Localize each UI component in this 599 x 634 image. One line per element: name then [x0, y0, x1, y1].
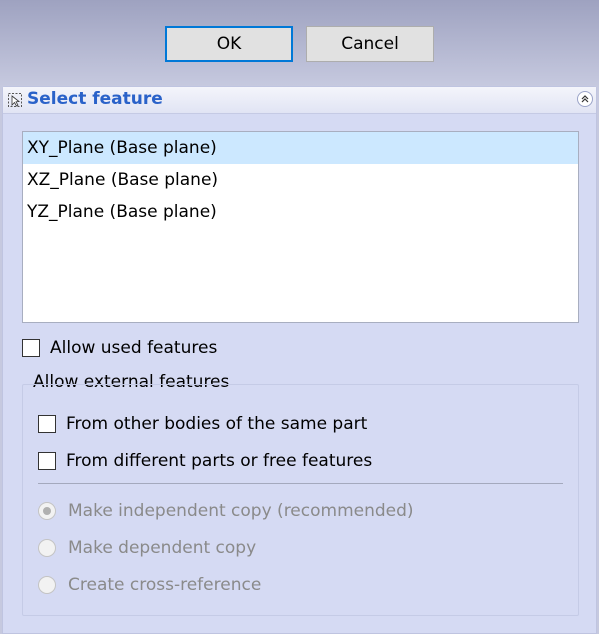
independent-copy-label: Make independent copy (recommended): [68, 501, 414, 521]
other-bodies-checkbox[interactable]: [38, 415, 56, 433]
dependent-copy-label: Make dependent copy: [68, 538, 257, 558]
allow-used-features-label: Allow used features: [50, 338, 218, 358]
list-item[interactable]: XY_Plane (Base plane): [23, 132, 578, 164]
cross-reference-radio[interactable]: [38, 576, 56, 594]
different-parts-row[interactable]: From different parts or free features: [38, 451, 372, 471]
different-parts-checkbox[interactable]: [38, 452, 56, 470]
select-feature-panel: Select feature XY_Plane (Base plane) XZ_…: [2, 86, 597, 634]
independent-copy-radio[interactable]: [38, 502, 56, 520]
cross-reference-radio-row[interactable]: Create cross-reference: [38, 575, 261, 595]
feature-list[interactable]: XY_Plane (Base plane) XZ_Plane (Base pla…: [22, 131, 579, 323]
cross-reference-label: Create cross-reference: [68, 575, 262, 595]
select-feature-icon: [8, 93, 22, 107]
other-bodies-row[interactable]: From other bodies of the same part: [38, 414, 367, 434]
separator: [38, 483, 563, 484]
cancel-button[interactable]: Cancel: [306, 26, 434, 62]
ok-button[interactable]: OK: [165, 26, 293, 62]
list-item[interactable]: YZ_Plane (Base plane): [23, 196, 578, 228]
collapse-chevron-icon[interactable]: [577, 91, 593, 107]
dependent-copy-radio-row[interactable]: Make dependent copy: [38, 538, 256, 558]
panel-header: Select feature: [3, 87, 596, 114]
dependent-copy-radio[interactable]: [38, 539, 56, 557]
panel-title: Select feature: [27, 89, 163, 109]
independent-copy-radio-row[interactable]: Make independent copy (recommended): [38, 501, 414, 521]
allow-used-features-checkbox[interactable]: [22, 339, 40, 357]
different-parts-label: From different parts or free features: [66, 451, 373, 471]
allow-used-features-row[interactable]: Allow used features: [22, 338, 217, 358]
other-bodies-label: From other bodies of the same part: [66, 414, 368, 434]
list-item[interactable]: XZ_Plane (Base plane): [23, 164, 578, 196]
